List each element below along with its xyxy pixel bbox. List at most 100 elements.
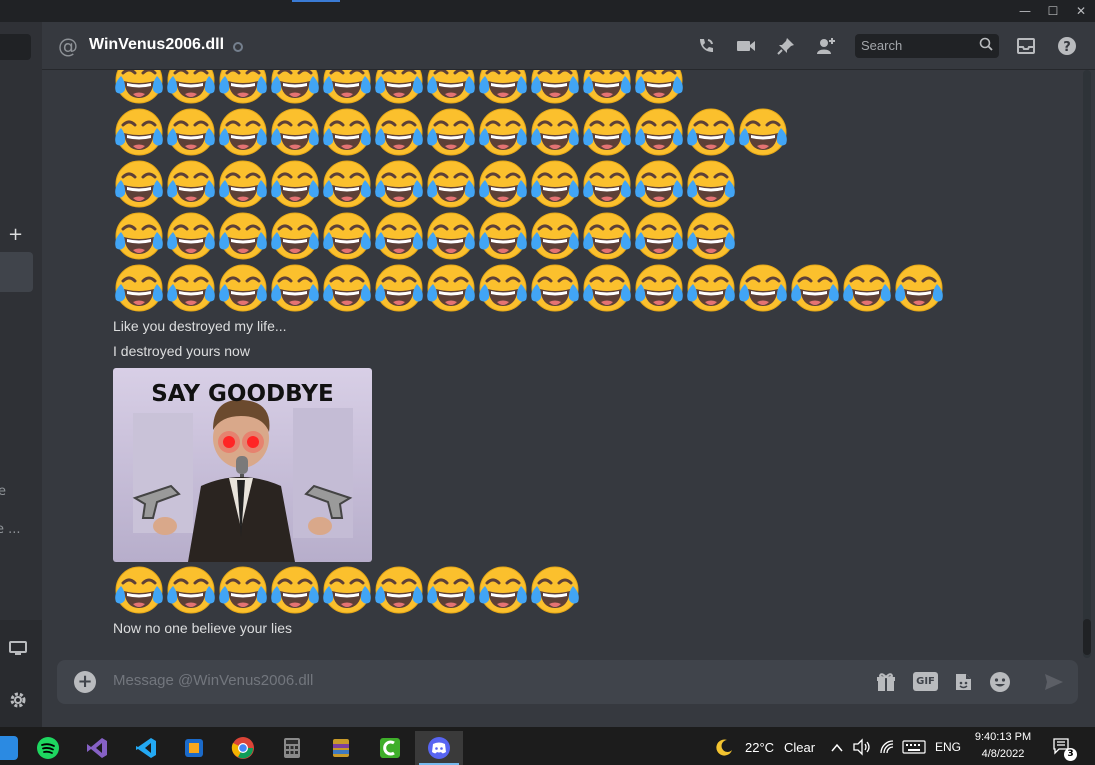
joy-emoji xyxy=(425,210,477,262)
gear-icon[interactable] xyxy=(8,690,28,710)
pin-icon[interactable] xyxy=(775,35,797,57)
clock-time[interactable]: 9:40:13 PM xyxy=(968,731,1038,743)
joy-emoji xyxy=(269,564,321,616)
taskbar-camtasia[interactable] xyxy=(366,731,414,765)
joy-emoji xyxy=(217,262,269,314)
scrollbar-thumb[interactable] xyxy=(1083,619,1091,655)
camtasia-icon xyxy=(380,738,400,758)
joy-emoji xyxy=(477,158,529,210)
vscode-icon xyxy=(136,738,156,758)
joy-emoji xyxy=(581,158,633,210)
joy-emoji xyxy=(321,106,373,158)
taskbar-visual-studio[interactable] xyxy=(73,731,121,765)
add-attachment-icon[interactable]: + xyxy=(74,671,96,693)
meme-image[interactable]: SAY GOODBYE xyxy=(113,368,372,562)
joy-emoji xyxy=(373,70,425,106)
taskbar-virtualbox[interactable] xyxy=(170,731,218,765)
call-icon[interactable] xyxy=(695,35,717,57)
message-group: Like you destroyed my life... I destroye… xyxy=(113,70,1013,641)
dm-item-partial-label-2[interactable]: e ... xyxy=(0,522,21,537)
joy-emoji xyxy=(581,210,633,262)
language-indicator[interactable]: ENG xyxy=(935,740,961,754)
joy-emoji xyxy=(477,70,529,106)
joy-emoji xyxy=(269,70,321,106)
emoji-icon[interactable] xyxy=(988,671,1012,693)
find-conversation-input[interactable] xyxy=(0,34,31,60)
joy-emoji xyxy=(529,210,581,262)
window-titlebar: — ☐ ✕ xyxy=(0,0,1095,22)
joy-emoji xyxy=(165,262,217,314)
message-input[interactable] xyxy=(113,672,813,689)
scrollbar-track[interactable] xyxy=(1083,70,1091,658)
help-icon[interactable]: ? xyxy=(1056,35,1078,57)
meme-caption: SAY GOODBYE xyxy=(151,381,334,407)
close-button[interactable]: ✕ xyxy=(1067,0,1095,22)
calculator-icon xyxy=(284,738,300,758)
joy-emoji xyxy=(633,158,685,210)
joy-emoji xyxy=(373,564,425,616)
user-panel xyxy=(0,620,42,727)
joy-emoji xyxy=(217,564,269,616)
add-friend-icon[interactable] xyxy=(815,35,837,57)
search-input[interactable]: Search xyxy=(855,34,999,58)
gif-icon[interactable]: GIF xyxy=(913,672,938,691)
weather-desc[interactable]: Clear xyxy=(784,740,815,755)
joy-emoji xyxy=(373,106,425,158)
status-indicator xyxy=(233,42,243,52)
dm-sidebar: + e e ... xyxy=(0,22,42,727)
notification-count: 3 xyxy=(1064,748,1077,761)
joy-emoji xyxy=(269,262,321,314)
message-list[interactable]: Like you destroyed my life... I destroye… xyxy=(42,70,1095,658)
joy-emoji xyxy=(477,210,529,262)
joy-emoji xyxy=(737,262,789,314)
taskbar-discord[interactable] xyxy=(415,731,463,765)
joy-emoji xyxy=(113,210,165,262)
joy-emoji xyxy=(217,70,269,106)
minimize-button[interactable]: — xyxy=(1011,0,1039,22)
maximize-button[interactable]: ☐ xyxy=(1039,0,1067,22)
create-dm-button[interactable]: + xyxy=(8,224,23,245)
gift-icon[interactable] xyxy=(874,671,898,693)
sticker-icon[interactable] xyxy=(951,671,975,693)
wifi-icon[interactable] xyxy=(878,738,896,756)
joy-emoji xyxy=(113,564,165,616)
chevron-up-icon[interactable] xyxy=(830,740,844,754)
joy-emoji xyxy=(581,106,633,158)
moon-icon[interactable] xyxy=(716,738,734,756)
keyboard-icon[interactable] xyxy=(902,739,926,755)
message-text: I destroyed yours now xyxy=(113,343,250,359)
virtualbox-icon xyxy=(185,739,203,757)
dm-item-partial-label[interactable]: e xyxy=(0,484,6,499)
selected-dm-item[interactable] xyxy=(0,252,33,292)
video-icon[interactable] xyxy=(735,35,757,57)
joy-emoji xyxy=(633,70,685,106)
joy-emoji xyxy=(477,262,529,314)
joy-emoji xyxy=(165,158,217,210)
clock-date[interactable]: 4/8/2022 xyxy=(968,748,1038,760)
screen-share-icon[interactable] xyxy=(8,638,28,658)
joy-emoji xyxy=(685,262,737,314)
inbox-icon[interactable] xyxy=(1015,35,1037,57)
joy-emoji xyxy=(529,262,581,314)
weather-temp[interactable]: 22°C xyxy=(745,740,774,755)
volume-icon[interactable] xyxy=(852,738,872,756)
discord-icon xyxy=(428,737,450,759)
joy-emoji xyxy=(269,158,321,210)
taskbar-vscode[interactable] xyxy=(122,731,170,765)
joy-emoji xyxy=(581,70,633,106)
emoji-row xyxy=(113,70,1013,106)
taskbar-spotify[interactable] xyxy=(24,731,72,765)
channel-name[interactable]: WinVenus2006.dll xyxy=(89,36,224,54)
windows-icon xyxy=(0,736,18,760)
joy-emoji xyxy=(165,564,217,616)
emoji-row xyxy=(113,262,1013,314)
joy-emoji xyxy=(737,106,789,158)
taskbar-winrar[interactable] xyxy=(317,731,365,765)
taskbar-chrome[interactable] xyxy=(219,731,267,765)
joy-emoji xyxy=(425,158,477,210)
joy-emoji xyxy=(425,70,477,106)
joy-emoji xyxy=(113,70,165,106)
send-icon[interactable] xyxy=(1042,671,1066,693)
joy-emoji xyxy=(633,210,685,262)
taskbar-calculator[interactable] xyxy=(268,731,316,765)
